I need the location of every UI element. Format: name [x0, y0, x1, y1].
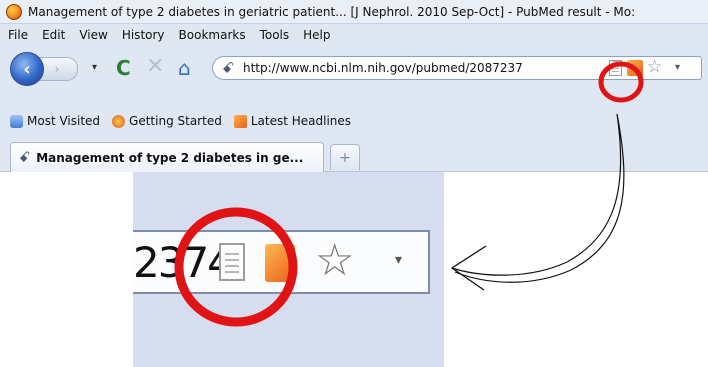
firefox-logo-icon — [6, 3, 22, 20]
menu-history[interactable]: History — [122, 28, 165, 42]
navigation-toolbar: › ‹ ▾ C ✕ ⌂ ꗃ http://www.ncbi.nlm.nih.go… — [0, 46, 708, 90]
plus-icon: + — [339, 149, 351, 166]
site-identity-icon: ꗃ — [19, 149, 31, 166]
menu-help[interactable]: Help — [303, 28, 330, 42]
page-document-icon[interactable] — [609, 60, 622, 76]
rss-feed-icon[interactable] — [627, 60, 643, 76]
menu-tools[interactable]: Tools — [260, 28, 290, 42]
most-visited-icon — [10, 114, 23, 128]
bookmark-star-icon: ☆ — [315, 235, 355, 286]
tab-title: Management of type 2 diabetes in ge... — [36, 150, 304, 165]
stop-icon[interactable]: ✕ — [146, 54, 164, 79]
menu-edit[interactable]: Edit — [42, 28, 65, 42]
back-button[interactable]: ‹ — [10, 52, 44, 86]
bookmark-label: Getting Started — [129, 114, 222, 128]
reload-icon[interactable]: C — [116, 56, 131, 80]
arrow-head-icon — [450, 245, 487, 291]
site-identity-icon[interactable]: ꗃ — [219, 59, 237, 77]
url-bar[interactable]: ꗃ http://www.ncbi.nlm.nih.gov/pubmed/208… — [212, 56, 702, 80]
bookmark-latest-headlines[interactable]: Latest Headlines — [233, 114, 352, 128]
home-icon[interactable]: ⌂ — [178, 56, 191, 80]
new-tab-button[interactable]: + — [330, 144, 360, 170]
menu-view[interactable]: View — [79, 28, 107, 42]
bookmarks-toolbar: Most Visited Getting Started Latest Head… — [0, 110, 708, 132]
bookmark-label: Most Visited — [27, 114, 101, 128]
zoomed-url-fragment: 2374 — [133, 238, 234, 287]
url-dropdown-icon[interactable]: ▾ — [675, 62, 680, 73]
url-input[interactable]: http://www.ncbi.nlm.nih.gov/pubmed/20872… — [243, 61, 583, 75]
page-document-icon — [219, 243, 245, 281]
forward-arrow-icon: › — [54, 62, 60, 76]
window-title: Management of type 2 diabetes in geriatr… — [28, 4, 636, 19]
url-dropdown-icon: ▾ — [395, 252, 403, 268]
bookmark-label: Latest Headlines — [250, 114, 352, 128]
rss-feed-icon — [233, 114, 247, 128]
menu-bar: File Edit View History Bookmarks Tools H… — [0, 24, 708, 46]
rss-feed-icon — [265, 244, 295, 282]
menu-file[interactable]: File — [8, 28, 28, 42]
getting-started-icon — [112, 114, 126, 128]
bookmark-most-visited[interactable]: Most Visited — [10, 114, 100, 128]
bookmark-star-icon[interactable]: ☆ — [647, 57, 662, 77]
zoomed-inset: 2374 ☆ ▾ — [133, 172, 444, 367]
tab-strip: ꗃ Management of type 2 diabetes in ge...… — [0, 136, 708, 172]
history-dropdown-icon[interactable]: ▾ — [92, 62, 97, 73]
back-arrow-icon: ‹ — [23, 58, 31, 80]
bookmark-getting-started[interactable]: Getting Started — [112, 114, 222, 128]
browser-window: Management of type 2 diabetes in geriatr… — [0, 0, 708, 172]
zoomed-url-bar: 2374 ☆ ▾ — [133, 230, 430, 294]
menu-bookmarks[interactable]: Bookmarks — [179, 28, 246, 42]
title-bar: Management of type 2 diabetes in geriatr… — [0, 0, 708, 24]
tab-active[interactable]: ꗃ Management of type 2 diabetes in ge... — [10, 142, 324, 172]
